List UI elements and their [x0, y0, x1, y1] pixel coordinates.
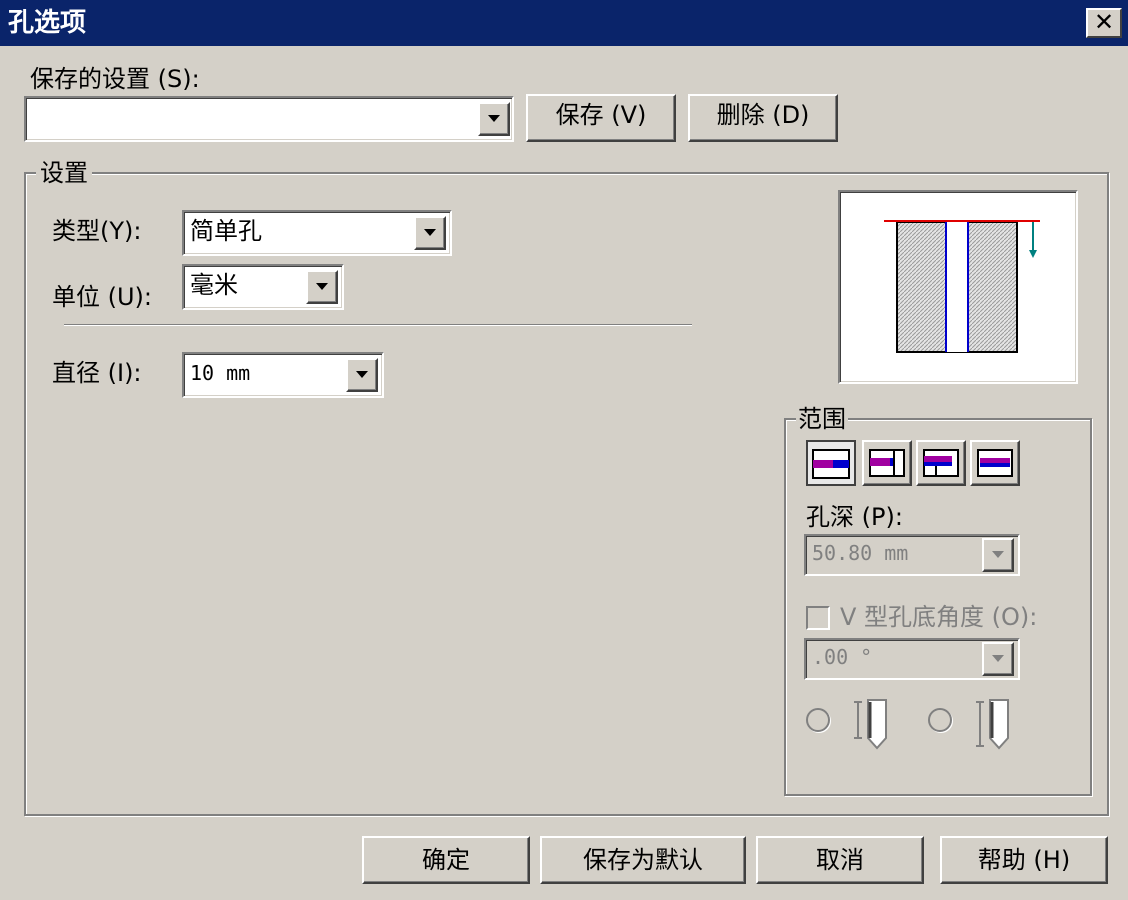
type-dropdown-button[interactable]	[414, 216, 446, 250]
through-next-icon	[869, 449, 905, 477]
v-angle-label: V 型孔底角度 (O):	[840, 603, 1038, 631]
chevron-down-icon	[424, 229, 436, 236]
saved-settings-label: 保存的设置 (S):	[30, 65, 200, 93]
unit-value: 毫米	[190, 271, 238, 299]
cancel-button[interactable]: 取消	[756, 836, 924, 884]
tip-depth-icon	[972, 696, 1018, 750]
blind-extent-icon	[812, 449, 850, 479]
extent-group-title: 范围	[796, 404, 848, 434]
shoulder-depth-radio[interactable]	[806, 708, 830, 732]
save-button[interactable]: 保存 (V)	[526, 94, 676, 142]
depth-value: 50.80 mm	[812, 541, 909, 565]
tip-depth-radio[interactable]	[928, 708, 952, 732]
close-button[interactable]: ✕	[1086, 8, 1122, 38]
chevron-down-icon	[992, 551, 1004, 558]
through-all-icon	[977, 449, 1013, 477]
chevron-down-icon	[488, 115, 500, 122]
up-to-face-button[interactable]	[916, 440, 966, 486]
save-default-button[interactable]: 保存为默认	[540, 836, 746, 884]
title-bar: 孔选项 ✕	[0, 0, 1128, 46]
type-combo[interactable]: 简单孔	[182, 210, 452, 256]
depth-dropdown-button[interactable]	[982, 538, 1014, 572]
chevron-down-icon	[992, 655, 1004, 662]
help-button[interactable]: 帮助 (H)	[940, 836, 1108, 884]
diameter-value: 10 mm	[190, 361, 251, 385]
diameter-dropdown-button[interactable]	[346, 358, 378, 392]
up-to-face-icon	[923, 449, 959, 477]
through-all-button[interactable]	[970, 440, 1020, 486]
saved-settings-combo[interactable]	[24, 96, 514, 142]
chevron-down-icon	[356, 371, 368, 378]
hole-preview-icon	[884, 220, 1040, 353]
unit-dropdown-button[interactable]	[306, 270, 338, 304]
chevron-down-icon	[316, 283, 328, 290]
type-value: 简单孔	[190, 217, 262, 245]
close-icon: ✕	[1093, 8, 1115, 36]
depth-label: 孔深 (P):	[806, 503, 903, 531]
through-next-button[interactable]	[862, 440, 912, 486]
v-angle-checkbox[interactable]	[806, 606, 830, 630]
angle-value: .00 °	[812, 645, 873, 669]
settings-separator	[64, 324, 692, 326]
settings-group-title: 设置	[36, 158, 92, 188]
angle-dropdown-button[interactable]	[982, 642, 1014, 676]
window-title: 孔选项	[8, 8, 87, 38]
depth-combo[interactable]: 50.80 mm	[804, 534, 1020, 576]
type-label: 类型(Y):	[52, 217, 142, 245]
blind-extent-button[interactable]	[806, 440, 856, 486]
hole-preview	[838, 190, 1078, 384]
delete-button[interactable]: 删除 (D)	[688, 94, 838, 142]
unit-combo[interactable]: 毫米	[182, 264, 344, 310]
diameter-label: 直径 (I):	[52, 359, 142, 387]
angle-combo[interactable]: .00 °	[804, 638, 1020, 680]
shoulder-depth-icon	[850, 696, 896, 750]
ok-button[interactable]: 确定	[362, 836, 530, 884]
diameter-combo[interactable]: 10 mm	[182, 352, 384, 398]
unit-label: 单位 (U):	[52, 283, 153, 311]
saved-settings-dropdown-button[interactable]	[478, 102, 510, 136]
